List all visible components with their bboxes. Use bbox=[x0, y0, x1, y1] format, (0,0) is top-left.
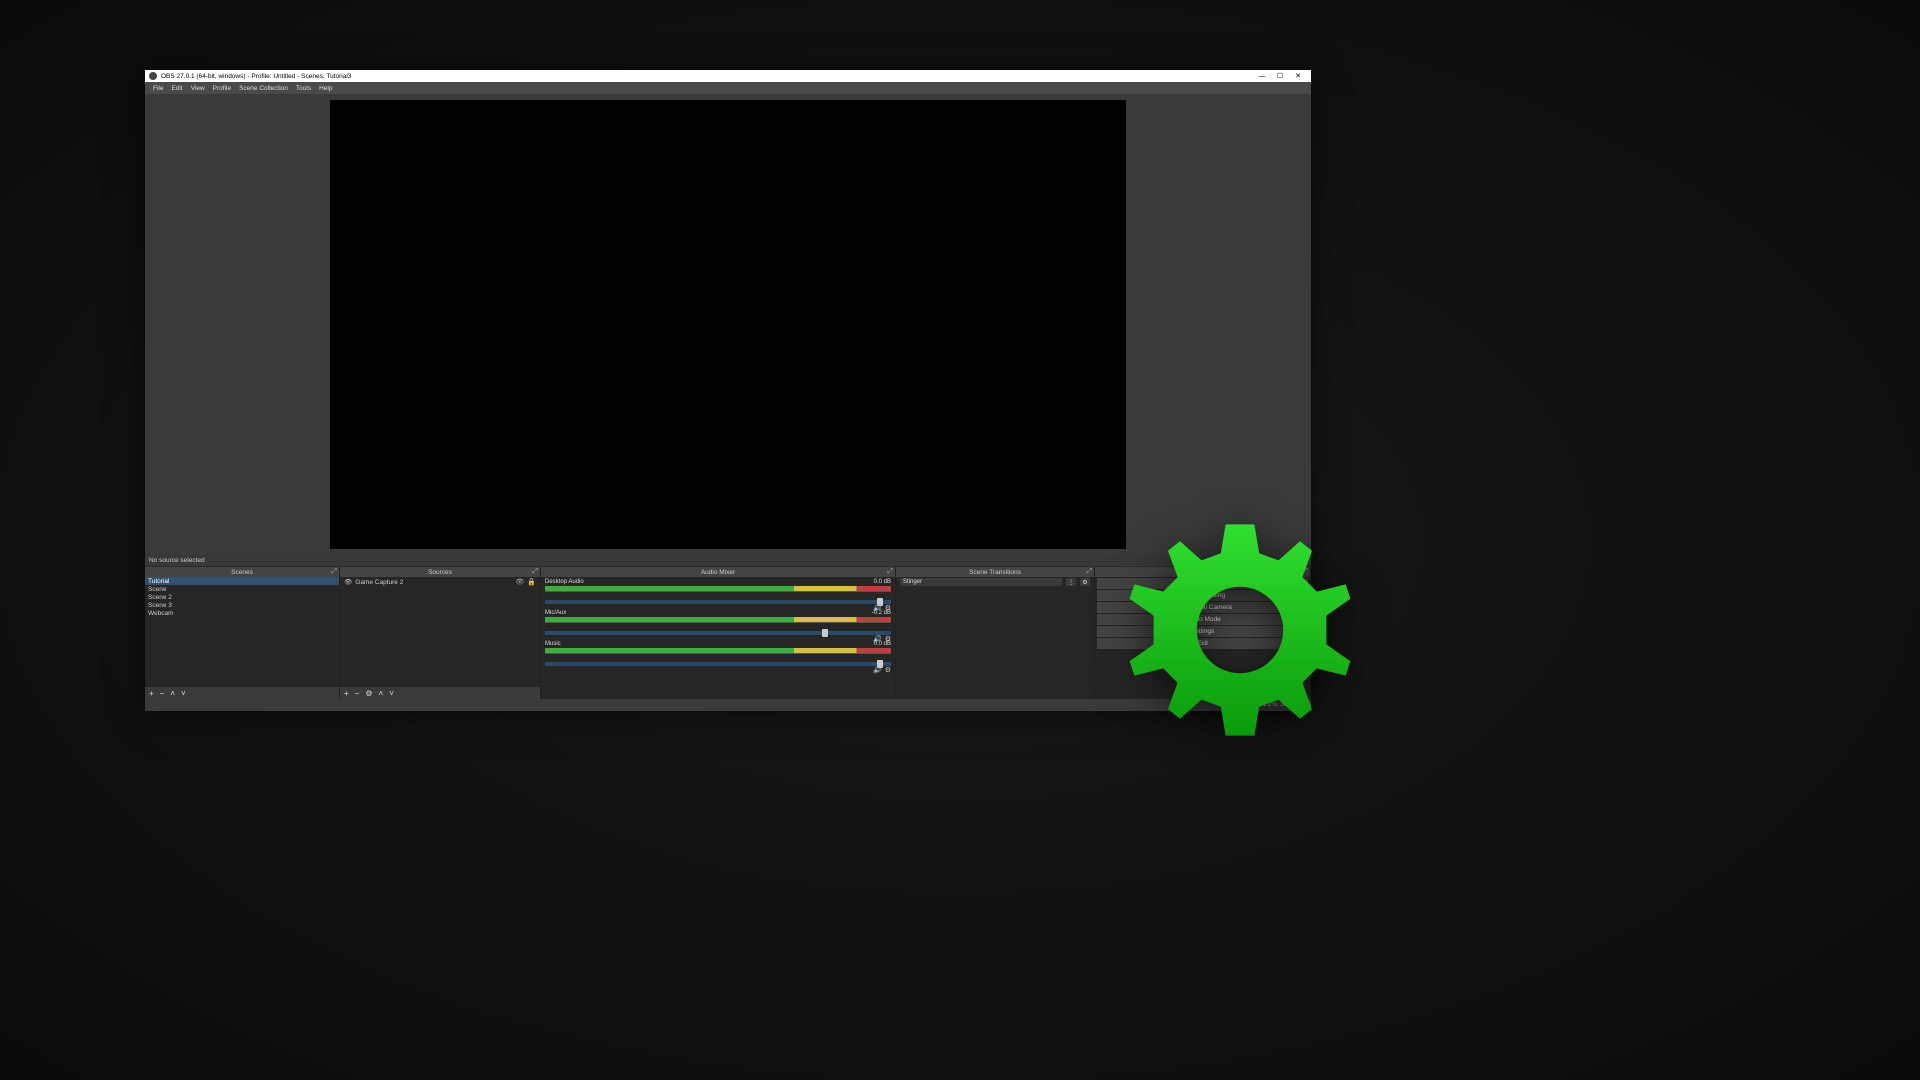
volume-slider[interactable] bbox=[545, 600, 891, 604]
lock-icon[interactable]: 🔒 bbox=[527, 578, 536, 586]
app-icon bbox=[149, 72, 157, 80]
speaker-icon[interactable]: 🔊 bbox=[873, 666, 882, 674]
scene-item[interactable]: Tutorial bbox=[145, 577, 339, 585]
menubar: File Edit View Profile Scene Collection … bbox=[145, 82, 1311, 94]
track-settings-icon[interactable]: ⚙ bbox=[885, 666, 891, 674]
menu-edit[interactable]: Edit bbox=[167, 85, 186, 92]
menu-help[interactable]: Help bbox=[315, 85, 336, 92]
source-type-icon: 👁 bbox=[344, 578, 352, 586]
menu-view[interactable]: View bbox=[187, 85, 209, 92]
scene-down-button[interactable]: ˅ bbox=[181, 689, 186, 698]
window-title: OBS 27.0.1 (64-bit, windows) - Profile: … bbox=[161, 73, 1253, 80]
menu-profile[interactable]: Profile bbox=[209, 85, 235, 92]
volume-slider[interactable] bbox=[545, 662, 891, 666]
mixer-dock: Audio Mixer ⤢ Desktop Audio 0.0 dB 🔊⚙ Mic/A… bbox=[541, 567, 896, 699]
track-db: 0.0 dB bbox=[874, 641, 891, 647]
scene-up-button[interactable]: ˄ bbox=[170, 689, 175, 698]
track-name: Mic/Aux bbox=[545, 610, 566, 616]
sources-toolbar: + − ⚙ ˄ ˅ bbox=[340, 687, 540, 699]
track-name: Music bbox=[545, 641, 561, 647]
volume-slider[interactable] bbox=[545, 631, 891, 635]
float-icon[interactable]: ⤢ bbox=[532, 568, 538, 576]
remove-source-button[interactable]: − bbox=[355, 689, 360, 698]
maximize-button[interactable]: ☐ bbox=[1271, 70, 1289, 82]
sources-dock: Sources ⤢ 👁Game Capture 2👁🔒 + − ⚙ ˄ ˅ bbox=[340, 567, 541, 699]
scenes-header: Scenes ⤢ bbox=[145, 567, 339, 577]
float-icon[interactable]: ⤢ bbox=[331, 568, 337, 576]
titlebar[interactable]: OBS 27.0.1 (64-bit, windows) - Profile: … bbox=[145, 70, 1311, 82]
menu-tools[interactable]: Tools bbox=[292, 85, 315, 92]
add-source-button[interactable]: + bbox=[344, 689, 349, 698]
transition-settings-button[interactable]: ⚙ bbox=[1080, 578, 1090, 586]
minimize-button[interactable]: — bbox=[1253, 70, 1271, 82]
scene-item[interactable]: Scene 2 bbox=[145, 593, 339, 601]
transition-select[interactable]: Stinger bbox=[900, 578, 1062, 586]
sources-header: Sources ⤢ bbox=[340, 567, 540, 577]
scenes-dock: Scenes ⤢ TutorialSceneScene 2Scene 3Webc… bbox=[145, 567, 340, 699]
close-button[interactable]: ✕ bbox=[1289, 70, 1307, 82]
source-properties-button[interactable]: ⚙ bbox=[365, 689, 372, 698]
menu-scene-collection[interactable]: Scene Collection bbox=[235, 85, 292, 92]
scene-item[interactable]: Scene 3 bbox=[145, 601, 339, 609]
source-item[interactable]: 👁Game Capture 2👁🔒 bbox=[340, 577, 540, 587]
preview-canvas[interactable] bbox=[330, 100, 1126, 549]
add-scene-button[interactable]: + bbox=[149, 689, 154, 698]
transitions-body: Stinger ⋮ ⚙ bbox=[896, 577, 1094, 699]
mixer-header: Audio Mixer ⤢ bbox=[541, 567, 895, 577]
sources-list[interactable]: 👁Game Capture 2👁🔒 bbox=[340, 577, 540, 687]
meter-ticks bbox=[545, 622, 891, 629]
float-icon[interactable]: ⤢ bbox=[1086, 568, 1092, 576]
gear-icon bbox=[1120, 510, 1360, 750]
meter-ticks bbox=[545, 591, 891, 598]
mixer-track: Desktop Audio0.0 dB🔊⚙ bbox=[541, 577, 895, 608]
remove-scene-button[interactable]: − bbox=[160, 689, 165, 698]
track-db: 0.0 dB bbox=[874, 579, 891, 585]
source-label: Game Capture 2 bbox=[355, 579, 403, 586]
no-source-label: No source selected bbox=[149, 557, 1232, 564]
meter-ticks bbox=[545, 653, 891, 660]
visibility-icon[interactable]: 👁 bbox=[515, 578, 524, 586]
track-db: -0.2 dB bbox=[872, 610, 891, 616]
mixer-track: Mic/Aux-0.2 dB🔊⚙ bbox=[541, 608, 895, 639]
transitions-dock: Scene Transitions ⤢ Stinger ⋮ ⚙ bbox=[896, 567, 1095, 699]
scene-item[interactable]: Scene bbox=[145, 585, 339, 593]
source-up-button[interactable]: ˄ bbox=[379, 689, 384, 698]
scene-item[interactable]: Webcam bbox=[145, 609, 339, 617]
preview-area bbox=[145, 94, 1311, 554]
float-icon[interactable]: ⤢ bbox=[887, 568, 893, 576]
menu-file[interactable]: File bbox=[149, 85, 167, 92]
source-down-button[interactable]: ˅ bbox=[389, 689, 394, 698]
mixer-body: Desktop Audio0.0 dB🔊⚙Mic/Aux-0.2 dB🔊⚙Mus… bbox=[541, 577, 895, 699]
settings-gear-overlay bbox=[1120, 510, 1360, 750]
transition-add-button[interactable]: ⋮ bbox=[1066, 578, 1076, 586]
track-name: Desktop Audio bbox=[545, 579, 584, 585]
mixer-track: Music0.0 dB🔊⚙ bbox=[541, 639, 895, 670]
scenes-toolbar: + − ˄ ˅ bbox=[145, 687, 339, 699]
transitions-header: Scene Transitions ⤢ bbox=[896, 567, 1094, 577]
scenes-list[interactable]: TutorialSceneScene 2Scene 3Webcam bbox=[145, 577, 339, 687]
